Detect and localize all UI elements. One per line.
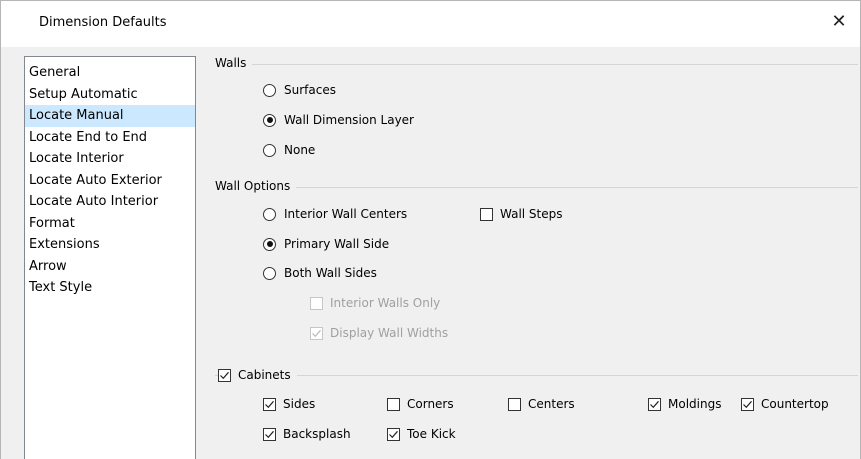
dialog-window: Dimension Defaults ✕ General Setup Autom…	[0, 0, 861, 459]
backsplash-label: Backsplash	[283, 427, 351, 441]
surfaces-radio-indicator[interactable]	[263, 83, 276, 97]
none-radio[interactable]: None	[263, 143, 315, 157]
wall-dimension-layer-label: Wall Dimension Layer	[284, 113, 414, 127]
close-icon[interactable]: ✕	[828, 10, 850, 34]
sidebar-item-general[interactable]: General	[25, 62, 195, 84]
display-wall-widths-checkbox: Display Wall Widths	[310, 326, 448, 340]
dialog-title: Dimension Defaults	[39, 15, 167, 30]
both-wall-sides-label: Both Wall Sides	[284, 266, 377, 280]
primary-wall-side-radio[interactable]: Primary Wall Side	[263, 237, 389, 251]
wall-steps-checkbox-box[interactable]	[480, 207, 493, 221]
interior-walls-only-checkbox-box	[310, 296, 323, 310]
interior-wall-centers-radio-indicator[interactable]	[263, 207, 276, 221]
interior-wall-centers-label: Interior Wall Centers	[284, 207, 408, 221]
toe-kick-checkbox-box[interactable]	[387, 427, 400, 441]
cabinets-separator	[215, 375, 858, 376]
wall-options-separator	[215, 187, 858, 188]
toe-kick-label: Toe Kick	[407, 427, 456, 441]
countertop-checkbox[interactable]: Countertop	[741, 397, 829, 411]
none-radio-indicator[interactable]	[263, 143, 276, 157]
centers-checkbox-box[interactable]	[508, 397, 521, 411]
walls-group-label: Walls	[215, 56, 253, 70]
none-label: None	[284, 143, 316, 157]
backsplash-checkbox[interactable]: Backsplash	[263, 427, 351, 441]
interior-wall-centers-radio[interactable]: Interior Wall Centers	[263, 207, 407, 221]
display-wall-widths-checkbox-box	[310, 326, 323, 340]
cabinets-checkbox-box[interactable]	[218, 368, 231, 382]
wall-options-group-label: Wall Options	[215, 179, 297, 193]
wall-dimension-layer-radio-indicator[interactable]	[263, 113, 276, 127]
category-list: General Setup Automatic Locate Manual Lo…	[24, 56, 196, 459]
surfaces-radio[interactable]: Surfaces	[263, 83, 336, 97]
wall-steps-checkbox[interactable]: Wall Steps	[480, 207, 563, 221]
sidebar-item-extensions[interactable]: Extensions	[25, 234, 195, 256]
sides-label: Sides	[283, 397, 316, 411]
sides-checkbox-box[interactable]	[263, 397, 276, 411]
check-mark-icon	[265, 430, 274, 438]
moldings-checkbox[interactable]: Moldings	[648, 397, 721, 411]
cabinets-label: Cabinets	[238, 368, 291, 382]
wall-steps-label: Wall Steps	[500, 207, 563, 221]
sidebar-item-setup-automatic[interactable]: Setup Automatic	[25, 84, 195, 106]
sidebar-item-arrow[interactable]: Arrow	[25, 256, 195, 278]
cabinets-checkbox[interactable]: Cabinets	[218, 368, 297, 382]
centers-label: Centers	[528, 397, 575, 411]
sidebar-item-text-style[interactable]: Text Style	[25, 277, 195, 299]
sidebar-item-locate-end-to-end[interactable]: Locate End to End	[25, 127, 195, 149]
sidebar-item-locate-interior[interactable]: Locate Interior	[25, 148, 195, 170]
surfaces-label: Surfaces	[284, 83, 336, 97]
sidebar-item-locate-auto-exterior[interactable]: Locate Auto Exterior	[25, 170, 195, 192]
countertop-checkbox-box[interactable]	[741, 397, 754, 411]
corners-checkbox[interactable]: Corners	[387, 397, 454, 411]
moldings-label: Moldings	[668, 397, 722, 411]
backsplash-checkbox-box[interactable]	[263, 427, 276, 441]
display-wall-widths-label: Display Wall Widths	[330, 326, 449, 340]
both-wall-sides-radio-indicator[interactable]	[263, 266, 276, 280]
interior-walls-only-label: Interior Walls Only	[330, 296, 441, 310]
countertop-label: Countertop	[761, 397, 829, 411]
check-mark-icon	[389, 430, 398, 438]
check-mark-icon	[743, 400, 752, 408]
toe-kick-checkbox[interactable]: Toe Kick	[387, 427, 456, 441]
title-bar: Dimension Defaults ✕	[1, 1, 860, 47]
sidebar-item-locate-auto-interior[interactable]: Locate Auto Interior	[25, 191, 195, 213]
interior-walls-only-checkbox: Interior Walls Only	[310, 296, 440, 310]
walls-separator	[215, 64, 858, 65]
moldings-checkbox-box[interactable]	[648, 397, 661, 411]
centers-checkbox[interactable]: Centers	[508, 397, 575, 411]
wall-dimension-layer-radio[interactable]: Wall Dimension Layer	[263, 113, 414, 127]
primary-wall-side-radio-indicator[interactable]	[263, 237, 276, 251]
check-mark-icon	[312, 329, 321, 337]
check-mark-icon	[265, 400, 274, 408]
corners-label: Corners	[407, 397, 454, 411]
primary-wall-side-label: Primary Wall Side	[284, 237, 390, 251]
corners-checkbox-box[interactable]	[387, 397, 400, 411]
check-mark-icon	[220, 371, 229, 379]
check-mark-icon	[650, 400, 659, 408]
both-wall-sides-radio[interactable]: Both Wall Sides	[263, 266, 377, 280]
sidebar-item-format[interactable]: Format	[25, 213, 195, 235]
sidebar-item-locate-manual[interactable]: Locate Manual	[25, 105, 195, 127]
sides-checkbox[interactable]: Sides	[263, 397, 315, 411]
